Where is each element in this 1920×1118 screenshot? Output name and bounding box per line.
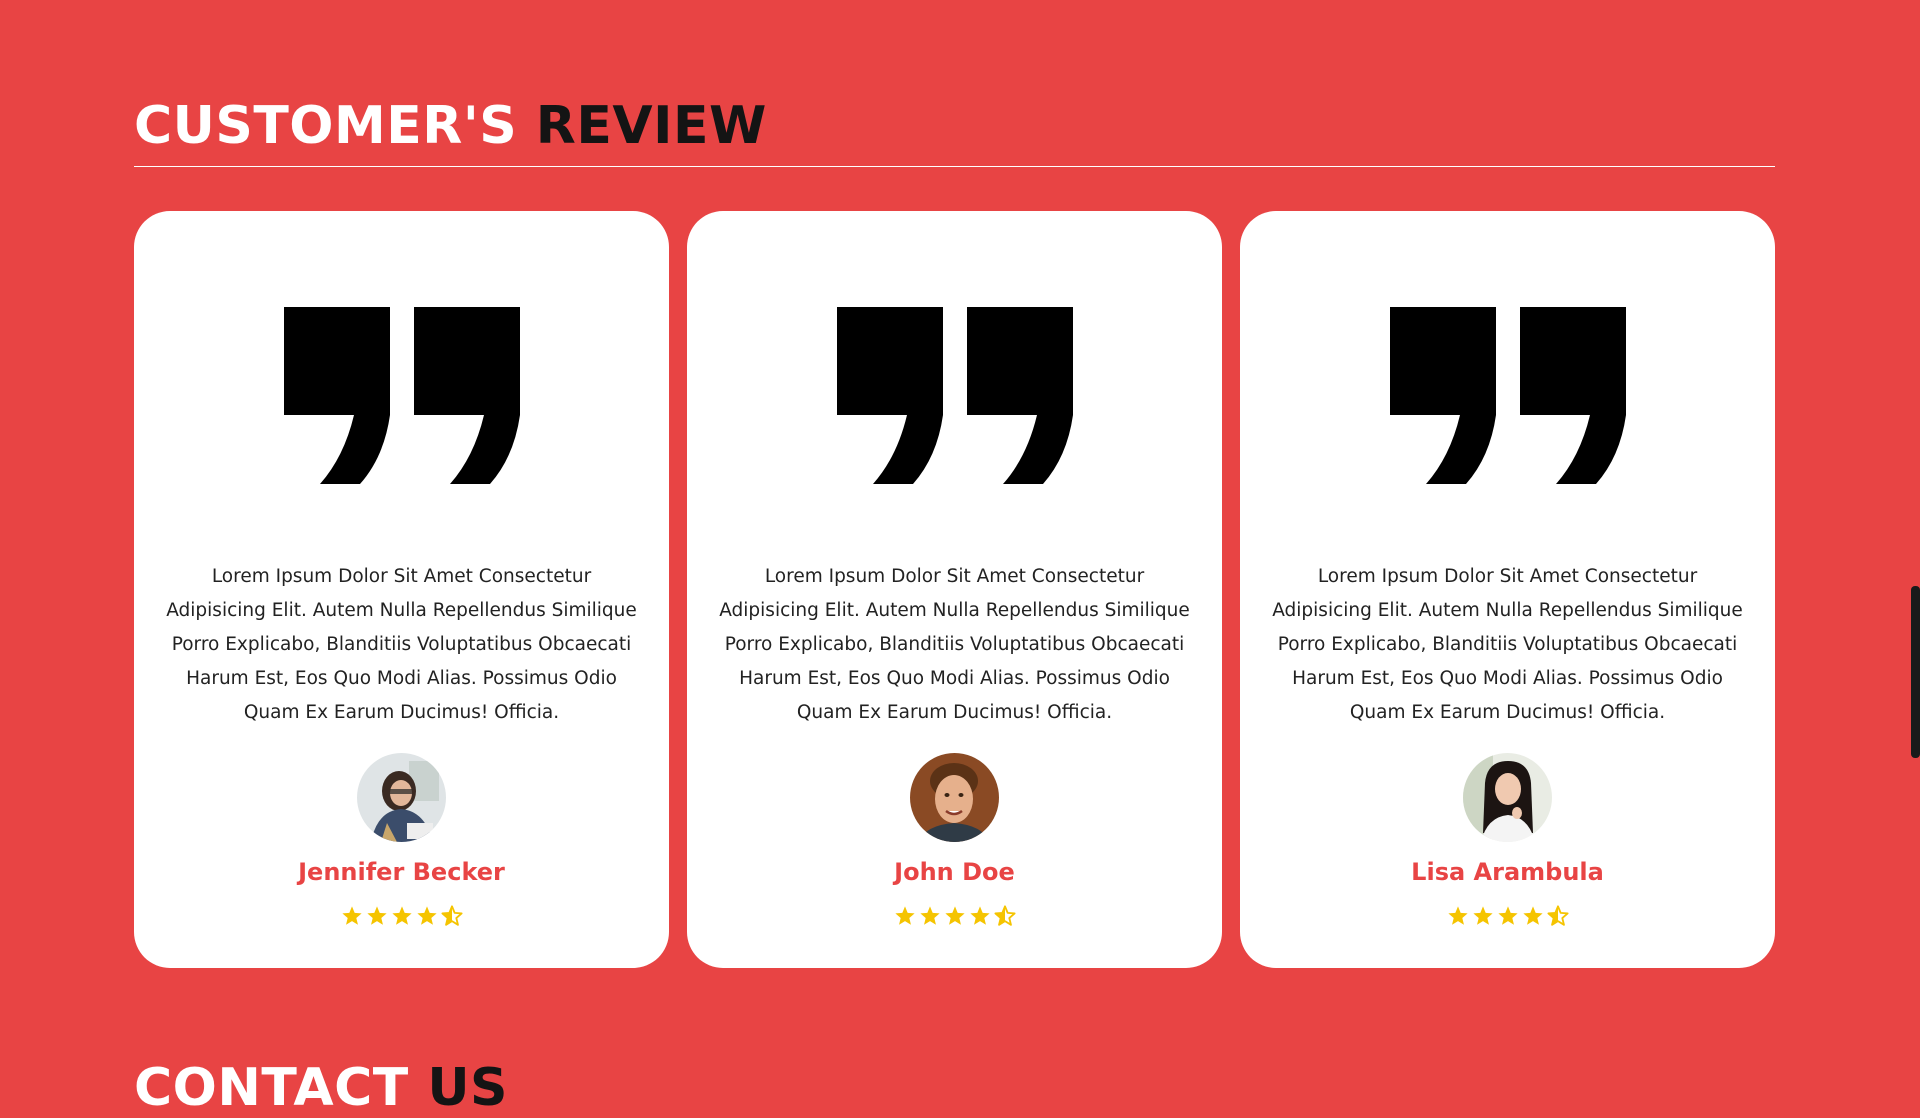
section-title-part1: CUSTOMER'S (134, 96, 536, 156)
reviewer-name: Jennifer Becker (298, 858, 505, 886)
star-icon (919, 906, 940, 925)
avatar (910, 753, 999, 842)
review-text: Lorem Ipsum Dolor Sit Amet Consectetur A… (166, 566, 637, 723)
star-icon (366, 906, 387, 925)
star-icon (391, 906, 412, 925)
quote-icon (837, 307, 1073, 484)
quote-icon (1390, 307, 1626, 484)
star-icon (1522, 906, 1543, 925)
title-divider (134, 166, 1775, 167)
reviews-section-header: CUSTOMER'S REVIEW (134, 96, 1775, 167)
reviewer-name: Lisa Arambula (1411, 858, 1604, 886)
review-card: Lorem Ipsum Dolor Sit Amet Consectetur A… (1240, 211, 1775, 968)
avatar (357, 753, 446, 842)
rating-stars (134, 905, 669, 927)
scrollbar-thumb[interactable] (1911, 586, 1920, 758)
avatar (1463, 753, 1552, 842)
next-section-title-part1: CONTACT (134, 1058, 428, 1118)
next-section-title: CONTACT US (134, 1058, 508, 1118)
reviewer-name: John Doe (894, 858, 1015, 886)
star-icon (341, 906, 362, 925)
rating-stars (687, 905, 1222, 927)
star-icon (1447, 906, 1468, 925)
review-cards: Lorem Ipsum Dolor Sit Amet Consectetur A… (134, 211, 1775, 968)
quote-icon (284, 307, 520, 484)
star-icon (1497, 906, 1518, 925)
star-half-icon (440, 905, 463, 926)
star-icon (944, 906, 965, 925)
section-title: CUSTOMER'S REVIEW (134, 96, 1775, 156)
star-icon (416, 906, 437, 925)
star-icon (894, 906, 915, 925)
review-card: Lorem Ipsum Dolor Sit Amet Consectetur A… (687, 211, 1222, 968)
star-half-icon (993, 905, 1016, 926)
review-card: Lorem Ipsum Dolor Sit Amet Consectetur A… (134, 211, 669, 968)
next-section-title-part2: US (427, 1058, 508, 1118)
star-half-icon (1546, 905, 1569, 926)
star-icon (969, 906, 990, 925)
review-text: Lorem Ipsum Dolor Sit Amet Consectetur A… (719, 566, 1190, 723)
star-icon (1472, 906, 1493, 925)
section-title-part2: REVIEW (535, 96, 767, 156)
review-text: Lorem Ipsum Dolor Sit Amet Consectetur A… (1272, 566, 1743, 723)
rating-stars (1240, 905, 1775, 927)
